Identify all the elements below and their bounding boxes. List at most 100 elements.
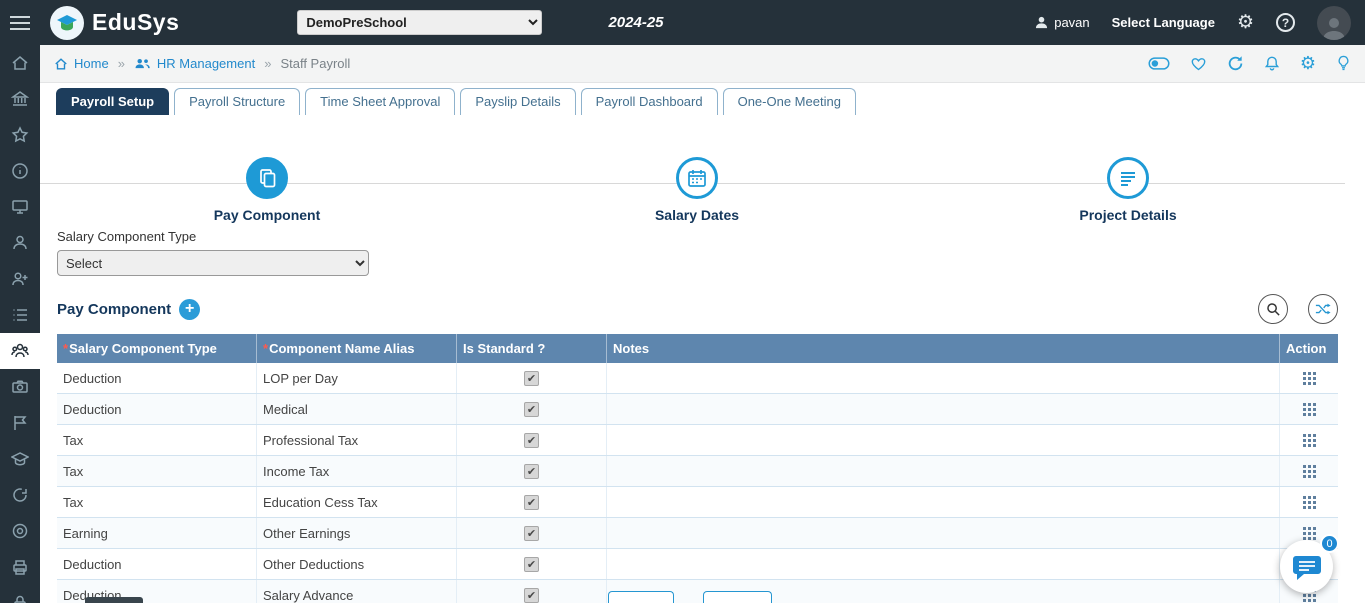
chat-widget-button[interactable]: 0 (1280, 534, 1339, 593)
step-project-details[interactable]: Project Details (1038, 157, 1218, 223)
partial-bottom-button-1[interactable] (608, 591, 674, 603)
sidebar-item-lists[interactable] (0, 297, 40, 333)
cell-notes (607, 549, 1280, 579)
is-standard-checkbox[interactable]: ✔ (524, 587, 539, 603)
is-standard-checkbox[interactable]: ✔ (524, 525, 539, 541)
table-row[interactable]: Tax Professional Tax ✔ (57, 425, 1338, 456)
cell-component-name-alias: LOP per Day (257, 363, 457, 393)
sidebar-item-camera[interactable] (0, 369, 40, 405)
setup-steps: Pay Component Salary Dates Project Detai… (40, 115, 1365, 223)
step-salary-dates[interactable]: Salary Dates (607, 157, 787, 223)
sidebar-item-printer[interactable] (0, 549, 40, 585)
is-standard-checkbox[interactable]: ✔ (524, 432, 539, 448)
table-row[interactable]: Earning Other Earnings ✔ (57, 518, 1338, 549)
favorites-heart-icon[interactable] (1190, 56, 1207, 72)
notifications-bell-icon[interactable] (1264, 55, 1280, 72)
bank-icon (11, 91, 29, 106)
tab-payroll-structure[interactable]: Payroll Structure (174, 88, 301, 115)
person-add-icon (12, 272, 28, 286)
search-button[interactable] (1258, 294, 1288, 324)
table-header-row: *Salary Component Type *Component Name A… (57, 334, 1338, 363)
sidebar-item-records[interactable] (0, 513, 40, 549)
sidebar-item-staff-group[interactable] (0, 333, 40, 369)
partial-bottom-element[interactable] (85, 597, 143, 603)
cell-action (1280, 487, 1338, 517)
header-component-name-alias: *Component Name Alias (257, 334, 457, 363)
pay-component-table: *Salary Component Type *Component Name A… (57, 334, 1338, 603)
table-row[interactable]: Deduction LOP per Day ✔ (57, 363, 1338, 394)
step-pay-component[interactable]: Pay Component (177, 157, 357, 223)
calendar-icon (688, 170, 706, 187)
breadcrumb-hr-management[interactable]: HR Management (134, 56, 255, 71)
sidebar-item-courses[interactable] (0, 441, 40, 477)
tab-payroll-setup[interactable]: Payroll Setup (56, 88, 170, 115)
sidebar-item-flag[interactable] (0, 405, 40, 441)
table-row[interactable]: Deduction Medical ✔ (57, 394, 1338, 425)
pay-component-section-head: Pay Component + (40, 276, 1365, 332)
shuffle-icon (1315, 303, 1331, 315)
header-action: Action (1286, 341, 1327, 356)
add-pay-component-button[interactable]: + (179, 298, 201, 320)
is-standard-checkbox[interactable]: ✔ (524, 494, 539, 510)
sidebar-item-history[interactable] (0, 477, 40, 513)
sidebar-item-monitor[interactable] (0, 189, 40, 225)
salary-component-type-select[interactable]: Select (57, 250, 369, 276)
tab-payroll-dashboard[interactable]: Payroll Dashboard (580, 88, 718, 115)
breadcrumb-home[interactable]: Home (54, 56, 109, 71)
sidebar-item-student[interactable] (0, 225, 40, 261)
tab-time-sheet-approval[interactable]: Time Sheet Approval (305, 88, 456, 115)
table-row[interactable]: Tax Education Cess Tax ✔ (57, 487, 1338, 518)
pay-component-icon (260, 169, 276, 188)
is-standard-checkbox[interactable]: ✔ (524, 556, 539, 572)
settings-gear-icon[interactable]: ⚙ (1300, 53, 1316, 74)
drag-grid-icon[interactable] (1302, 433, 1316, 447)
partial-bottom-button-2[interactable] (703, 591, 772, 603)
sidebar-item-star[interactable] (0, 117, 40, 153)
breadcrumb-label: Staff Payroll (280, 56, 351, 71)
is-standard-checkbox[interactable]: ✔ (524, 370, 539, 386)
cell-is-standard: ✔ (457, 425, 607, 455)
pay-component-title: Pay Component (57, 300, 172, 318)
avatar[interactable] (1317, 5, 1351, 40)
select-language-button[interactable]: Select Language (1112, 15, 1215, 30)
help-icon[interactable]: ? (1276, 13, 1295, 32)
cell-salary-component-type: Deduction (57, 394, 257, 424)
main-content: Home » HR Management » Staff Payroll ⚙ P… (40, 45, 1365, 603)
tab-one-one-meeting[interactable]: One-One Meeting (722, 88, 856, 115)
required-asterisk: * (263, 341, 269, 356)
cell-is-standard: ✔ (457, 549, 607, 579)
shuffle-button[interactable] (1308, 294, 1338, 324)
step-label: Pay Component (213, 207, 321, 223)
refresh-icon[interactable] (1227, 55, 1244, 72)
table-row[interactable]: Deduction Other Deductions ✔ (57, 549, 1338, 580)
sidebar-item-home[interactable] (0, 45, 40, 81)
table-row[interactable]: Deduction Salary Advance ✔ (57, 580, 1338, 603)
salary-component-type-label: Salary Component Type (57, 229, 197, 244)
settings-gear-icon[interactable]: ⚙ (1237, 13, 1254, 32)
idea-lightbulb-icon[interactable] (1336, 55, 1351, 72)
theme-toggle-icon[interactable] (1148, 57, 1170, 70)
breadcrumb-label: Home (74, 56, 109, 71)
school-selector[interactable]: DemoPreSchool (297, 10, 543, 35)
sidebar-item-info[interactable] (0, 153, 40, 189)
filter-area: Salary Component Type Select (40, 223, 1365, 276)
sidebar-item-add-user[interactable] (0, 261, 40, 297)
drag-grid-icon[interactable] (1302, 526, 1316, 540)
required-asterisk: * (63, 341, 69, 356)
flag-icon (14, 416, 27, 430)
drag-grid-icon[interactable] (1302, 464, 1316, 478)
sidebar-item-institution[interactable] (0, 81, 40, 117)
table-row[interactable]: Tax Income Tax ✔ (57, 456, 1338, 487)
tab-payslip-details[interactable]: Payslip Details (460, 88, 576, 115)
user-menu[interactable]: pavan (1035, 15, 1090, 30)
is-standard-checkbox[interactable]: ✔ (524, 401, 539, 417)
is-standard-checkbox[interactable]: ✔ (524, 463, 539, 479)
sidebar-item-security[interactable] (0, 585, 40, 603)
cell-notes (607, 394, 1280, 424)
hamburger-menu-icon[interactable] (0, 0, 40, 45)
drag-grid-icon[interactable] (1302, 495, 1316, 509)
drag-grid-icon[interactable] (1302, 402, 1316, 416)
drag-grid-icon[interactable] (1302, 371, 1316, 385)
list-icon (13, 309, 27, 321)
cell-salary-component-type: Tax (57, 456, 257, 486)
